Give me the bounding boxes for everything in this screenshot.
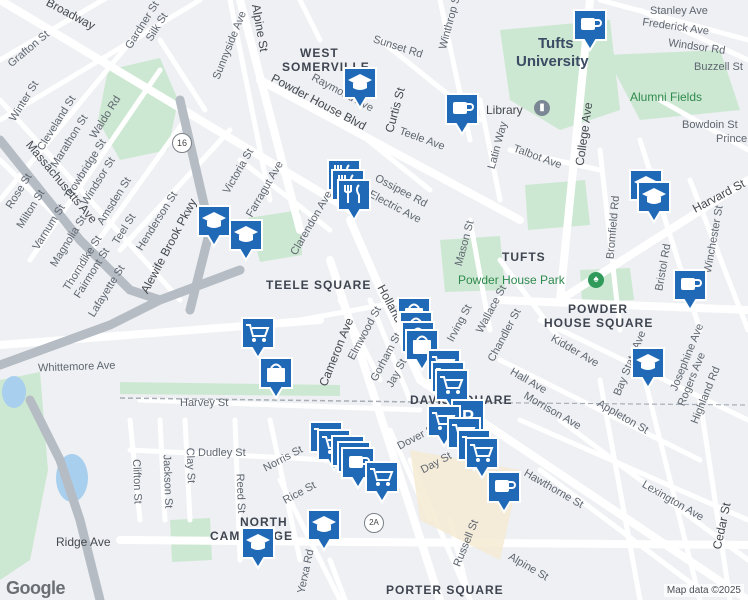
graduation-cap-icon[interactable] [306,508,342,552]
west-somerville-label: WEST [300,46,339,60]
park-pin-icon[interactable]: ♠ [588,272,604,288]
coffee-cup-icon[interactable] [672,268,708,312]
park-area [525,180,590,230]
street-label: Dudley St [198,447,246,459]
street-label: Buzzell St [694,61,743,73]
street-label: Jackson St [160,454,175,509]
street-label: Stanley Ave [650,5,708,17]
map-view[interactable]: 16 2A ♠ ▮ WEST SOMERVILLE TEELE SQUARE T… [0,0,748,600]
street-label: Ridge Ave [56,535,111,549]
alumni-fields-label: Alumni Fields [630,90,703,104]
street-label: Clifton St [130,458,144,504]
coffee-cup-icon[interactable] [444,92,480,136]
street-label: Harvey St [180,397,229,409]
graduation-cap-icon[interactable] [228,218,264,262]
porter-square-label: PORTER SQUARE [386,583,504,597]
teele-square-label: TEELE SQUARE [266,278,372,292]
coffee-cup-icon[interactable] [572,8,608,52]
pond [2,376,26,408]
tufts-university-label-2: University [516,53,589,70]
fork-knife-icon[interactable] [336,178,372,222]
graduation-cap-icon[interactable] [240,526,276,570]
library-poi-icon[interactable]: ▮ [534,100,550,116]
street-label: Bowdoin St [682,119,738,131]
google-logo: Google [6,578,66,598]
street-label: Clay St [183,447,197,484]
library-label: Library [486,103,523,117]
powder-house-square-label: POWDER [568,302,628,316]
route-16-shield: 16 [172,133,192,153]
graduation-cap-icon[interactable] [196,204,232,248]
powder-house-square-label-2: HOUSE SQUARE [544,316,654,330]
graduation-cap-icon[interactable] [342,66,378,110]
graduation-cap-icon[interactable] [630,346,666,390]
shopping-bag-icon[interactable] [258,356,294,400]
coffee-cup-icon[interactable] [486,470,522,514]
map-attribution[interactable]: Map data ©2025 [663,584,744,597]
shopping-cart-icon[interactable] [364,460,400,504]
graduation-cap-icon[interactable] [636,180,672,224]
park-area [120,382,340,396]
shopping-cart-icon[interactable] [240,316,276,360]
tufts-label: TUFTS [502,250,546,264]
tufts-university-label: Tufts [538,35,574,52]
powder-house-park-label: Powder House Park [458,273,565,287]
route-2a-shield: 2A [364,513,384,533]
street-label: Reed St [233,473,248,514]
street-label: Prince St [716,133,748,145]
